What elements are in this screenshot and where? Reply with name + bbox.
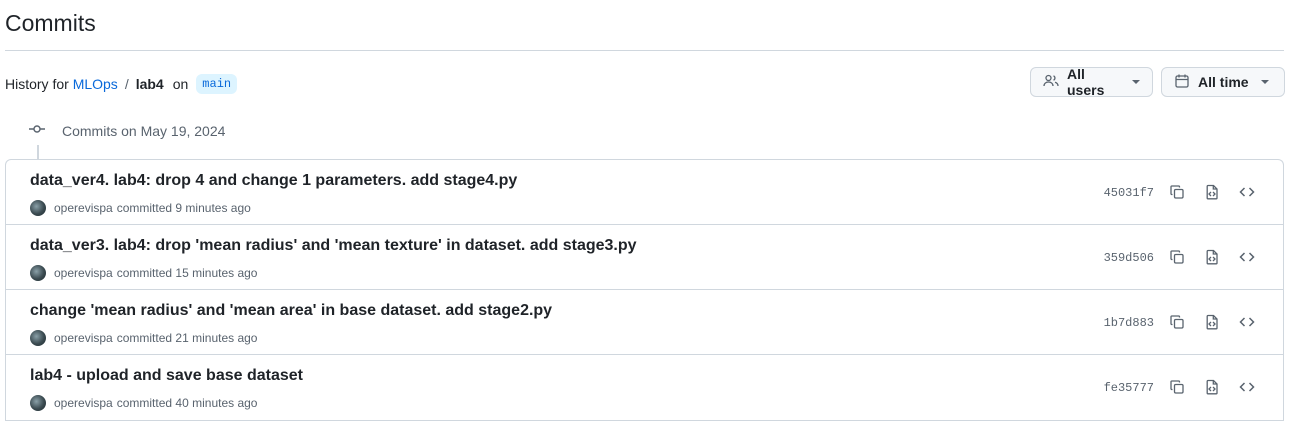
breadcrumb: History for MLOps / lab4 on main <box>5 74 238 94</box>
browse-repo-button[interactable] <box>1202 312 1222 332</box>
commit-sha[interactable]: fe35777 <box>1104 381 1154 395</box>
copy-icon <box>1170 380 1184 394</box>
commit-action: committed <box>116 331 173 345</box>
title-divider <box>5 50 1284 51</box>
copy-sha-button[interactable] <box>1167 312 1187 332</box>
commit-row: data_ver4. lab4: drop 4 and change 1 par… <box>6 160 1283 225</box>
branch-badge[interactable]: main <box>196 74 238 94</box>
browse-repo-button[interactable] <box>1202 182 1222 202</box>
copy-icon <box>1170 250 1184 264</box>
file-code-icon <box>1206 314 1218 330</box>
browse-repo-button[interactable] <box>1202 247 1222 267</box>
avatar[interactable] <box>30 330 46 346</box>
commit-sha[interactable]: 359d506 <box>1104 251 1154 265</box>
code-icon <box>1239 252 1255 262</box>
commit-message[interactable]: data_ver4. lab4: drop 4 and change 1 par… <box>30 172 517 190</box>
people-icon <box>1043 73 1059 92</box>
commit-author[interactable]: operevispa <box>54 331 113 345</box>
commit-list: data_ver4. lab4: drop 4 and change 1 par… <box>5 159 1284 421</box>
avatar[interactable] <box>30 265 46 281</box>
commit-meta: operevispa committed 40 minutes ago <box>30 395 257 411</box>
commit-meta: operevispa committed 21 minutes ago <box>30 330 257 346</box>
browse-repo-button[interactable] <box>1202 377 1222 397</box>
copy-icon <box>1170 185 1184 199</box>
timeline-line <box>37 145 39 159</box>
view-code-button[interactable] <box>1237 247 1257 267</box>
commit-group-header: Commits on May 19, 2024 <box>28 121 225 140</box>
owner-link[interactable]: MLOps <box>73 76 118 92</box>
history-prefix: History for <box>5 76 69 92</box>
commit-action: committed <box>116 266 173 280</box>
git-commit-icon <box>28 121 62 140</box>
commit-action: committed <box>116 396 173 410</box>
copy-icon <box>1170 315 1184 329</box>
code-icon <box>1239 317 1255 327</box>
view-code-button[interactable] <box>1237 377 1257 397</box>
view-code-button[interactable] <box>1237 312 1257 332</box>
repo-name: lab4 <box>135 76 164 92</box>
commit-meta: operevispa committed 9 minutes ago <box>30 200 251 216</box>
commit-message[interactable]: change 'mean radius' and 'mean area' in … <box>30 302 552 320</box>
commit-row: data_ver3. lab4: drop 'mean radius' and … <box>6 225 1283 290</box>
breadcrumb-separator: / <box>124 76 129 92</box>
chevron-down-icon <box>1260 80 1269 84</box>
commit-message[interactable]: data_ver3. lab4: drop 'mean radius' and … <box>30 237 637 255</box>
commit-row: change 'mean radius' and 'mean area' in … <box>6 290 1283 355</box>
view-code-button[interactable] <box>1237 182 1257 202</box>
avatar[interactable] <box>30 200 46 216</box>
commit-meta: operevispa committed 15 minutes ago <box>30 265 257 281</box>
time-filter-label: All time <box>1198 74 1249 90</box>
commit-author[interactable]: operevispa <box>54 396 113 410</box>
code-icon <box>1239 187 1255 197</box>
avatar[interactable] <box>30 395 46 411</box>
commit-sha[interactable]: 45031f7 <box>1104 186 1154 200</box>
time-filter-button[interactable]: All time <box>1161 67 1285 97</box>
commit-author[interactable]: operevispa <box>54 201 113 215</box>
file-code-icon <box>1206 249 1218 265</box>
copy-sha-button[interactable] <box>1167 377 1187 397</box>
commit-time: 40 minutes ago <box>175 396 258 410</box>
page-title: Commits <box>5 10 96 36</box>
commit-author[interactable]: operevispa <box>54 266 113 280</box>
commit-time: 15 minutes ago <box>175 266 258 280</box>
commits-page: Commits History for MLOps / lab4 on main… <box>0 0 1296 422</box>
copy-sha-button[interactable] <box>1167 182 1187 202</box>
commit-time: 21 minutes ago <box>175 331 258 345</box>
commit-group-label: Commits on May 19, 2024 <box>62 122 226 139</box>
code-icon <box>1239 382 1255 392</box>
users-filter-button[interactable]: All users <box>1030 66 1153 98</box>
file-code-icon <box>1206 379 1218 395</box>
file-code-icon <box>1206 184 1218 200</box>
on-label: on <box>172 76 189 92</box>
calendar-icon <box>1174 73 1190 92</box>
commit-sha[interactable]: 1b7d883 <box>1104 316 1154 330</box>
commit-row: lab4 - upload and save base dataset oper… <box>6 355 1283 421</box>
users-filter-label: All users <box>1067 66 1105 98</box>
copy-sha-button[interactable] <box>1167 247 1187 267</box>
commit-time: 9 minutes ago <box>175 201 251 215</box>
commit-action: committed <box>116 201 173 215</box>
chevron-down-icon <box>1132 80 1140 84</box>
commit-message[interactable]: lab4 - upload and save base dataset <box>30 367 303 385</box>
